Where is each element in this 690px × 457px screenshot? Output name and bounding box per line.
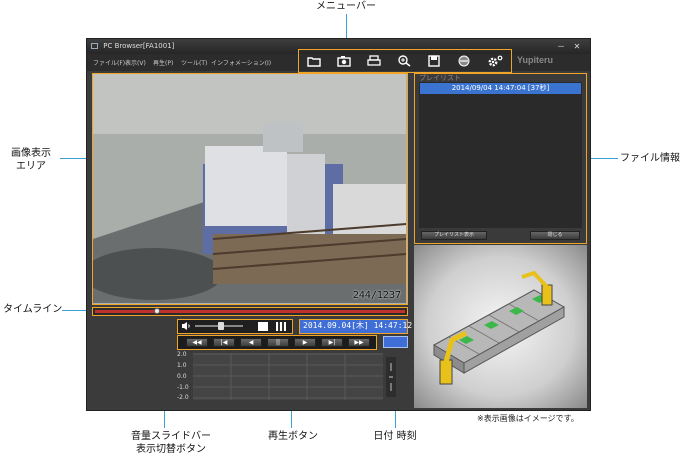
graph-y-label: 0.0 [177,373,187,380]
annotation-image-area-2: エリア [16,161,46,172]
timeline[interactable] [92,307,408,316]
menu-playback[interactable]: 再生(P) [153,58,173,67]
skip-back-button[interactable]: |◀ [213,338,235,347]
grid-toggle-button[interactable] [276,322,286,331]
menu-tools[interactable]: ツール(T) [181,58,207,67]
playlist-button[interactable]: プレイリスト表示 [421,231,487,240]
volume-slider[interactable] [195,322,243,330]
timeline-knob[interactable] [154,308,160,314]
annotation-volume-1: 音量スライドバー [131,431,211,442]
annotation-file-info: ファイル情報 [620,153,680,164]
graph-y-label: -2.0 [177,394,189,401]
annotation-image-area-1: 画像表示 [11,148,51,159]
video-display: 244/1237 [92,73,408,305]
graph-side-tab[interactable] [386,357,396,397]
graph-y-label: 1.0 [177,362,187,369]
timeline-track [95,310,405,313]
annotation-volume-2: 表示切替ボタン [136,444,206,455]
file-info-panel: プレイリスト 2014/09/04 14:47:04 [37秒] プレイリスト表… [414,73,587,244]
settings-icon[interactable] [487,55,503,67]
menu-information[interactable]: インフォメーション(I) [211,58,271,67]
close-panel-button[interactable]: 閉じる [530,231,580,240]
close-button[interactable]: ✕ [571,42,583,51]
frame-counter: 244/1237 [352,290,401,301]
skip-forward-button[interactable]: ▶| [321,338,343,347]
playback-controls: ◀◀ |◀ ◀ || ▶ ▶| ▶▶ [177,335,377,350]
volume-knob[interactable] [218,322,224,330]
menu-view[interactable]: 表示(V) [125,58,146,67]
window-title: PC Browser[FA1001] [103,42,175,50]
brand-logo: Yupiteru [517,55,554,65]
display-toggle-button[interactable] [258,322,268,331]
fast-rewind-button[interactable]: ◀◀ [186,338,208,347]
video-frame [93,74,406,303]
menu-file[interactable]: ファイル(F) [93,58,125,67]
speaker-icon[interactable] [181,321,191,331]
graph-y-label: 2.0 [177,351,187,358]
fast-forward-button[interactable]: ▶▶ [348,338,370,347]
graph-y-label: -1.0 [177,384,189,391]
volume-controls [177,319,293,334]
annotation-timeline: タイムライン [3,304,63,315]
toolbar [298,49,512,73]
datetime-display: 2014.09.04[木] 14:47:12 [299,319,412,334]
file-list: 2014/09/04 14:47:04 [37秒] [419,82,582,228]
app-window: PC Browser[FA1001] － ✕ ファイル(F) 表示(V) 再生(… [86,38,591,411]
app-icon [91,43,98,49]
sensor-graph [193,353,383,400]
pause-button[interactable]: || [267,338,289,347]
blue-panel-button[interactable] [383,336,408,348]
annotation-datetime: 日付 時刻 [373,431,417,442]
list-item[interactable]: 2014/09/04 14:47:04 [37秒] [420,83,581,94]
sensor-graph-grid [193,353,383,400]
print-icon[interactable] [367,55,381,67]
minimize-button[interactable]: － [555,42,567,51]
conveyor-illustration [414,245,587,408]
annotation-playback: 再生ボタン [268,431,318,442]
folder-icon[interactable] [307,55,321,67]
image-note: ※表示画像はイメージです。 [477,414,579,423]
camera-icon[interactable] [337,55,351,67]
reverse-play-button[interactable]: ◀ [240,338,262,347]
disc-icon[interactable] [457,55,471,67]
annotation-menubar: メニューバー [316,1,376,12]
save-icon[interactable] [427,55,441,67]
play-button[interactable]: ▶ [294,338,316,347]
zoom-icon[interactable] [397,55,411,67]
